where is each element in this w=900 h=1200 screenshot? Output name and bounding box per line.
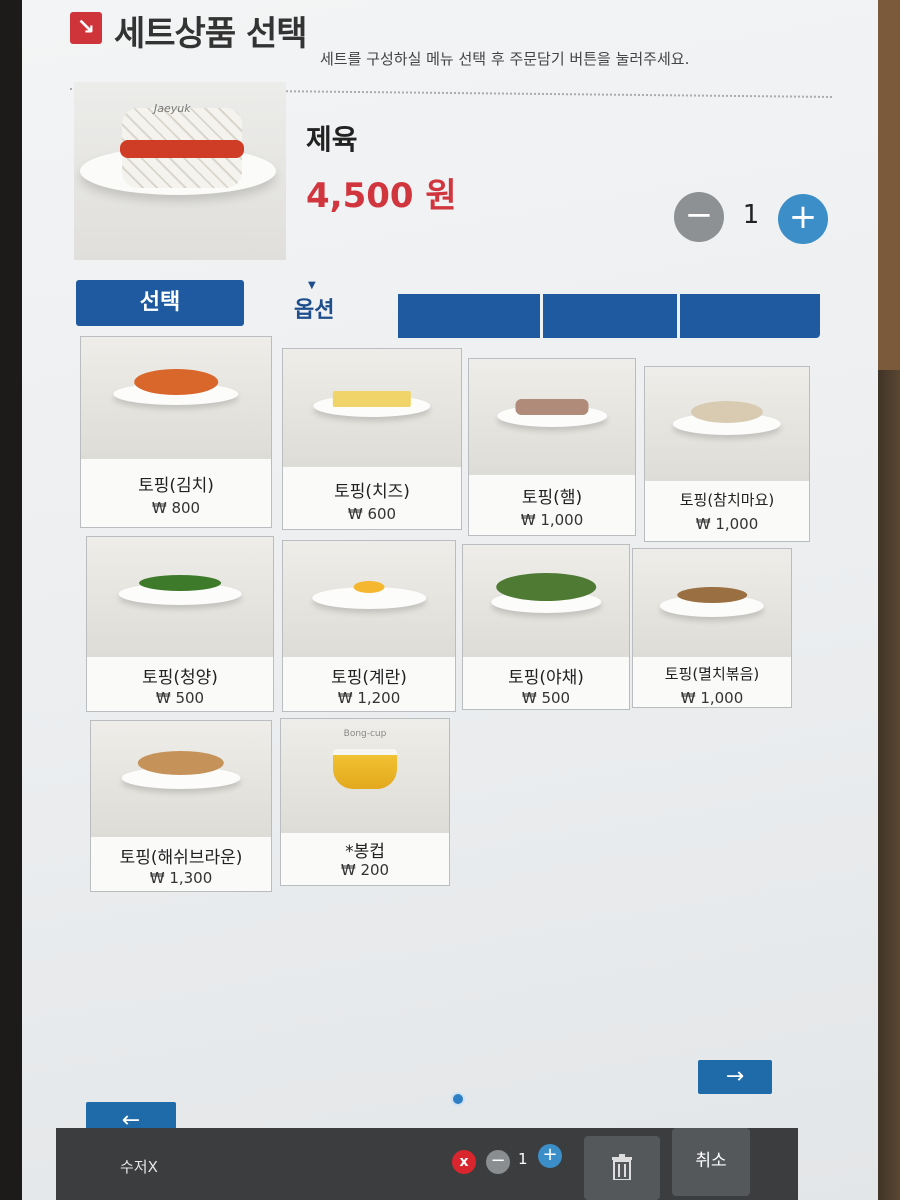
menu-item-price: ₩ 1,000	[695, 515, 759, 533]
page-title: 세트상품 선택	[114, 14, 308, 54]
triangle-down-icon: ▼	[308, 280, 316, 291]
cup-brand-label: Bong-cup	[343, 729, 387, 739]
page-subtitle: 세트를 구성하실 메뉴 선택 후 주문담기 버튼을 눌러주세요.	[320, 50, 690, 68]
food-kimchi	[134, 369, 218, 395]
menu-item-price: ₩ 1,300	[149, 869, 213, 887]
menu-item-name: 토핑(햄)	[521, 488, 583, 508]
product-price: 4,500 원	[306, 176, 457, 216]
order-plus-icon[interactable]: +	[538, 1144, 562, 1168]
menu-item-kimchi[interactable]: 토핑(김치) ₩ 800	[80, 336, 272, 528]
menu-item-price: ₩ 600	[347, 505, 397, 523]
order-minus-icon[interactable]: −	[486, 1150, 510, 1174]
minus-icon[interactable]: −	[674, 192, 724, 242]
cup-image	[333, 749, 397, 789]
kiosk-screen: ↘ 세트상품 선택 세트를 구성하실 메뉴 선택 후 주문담기 버튼을 눌러주세…	[22, 0, 878, 1200]
tab-option-label: 옵션	[294, 298, 335, 323]
menu-item-price: ₩ 1,200	[337, 689, 401, 707]
product-image: Jaeyuk	[74, 82, 286, 260]
menu-item-name: 토핑(참치마요)	[679, 491, 775, 509]
order-quantity: 1	[518, 1150, 528, 1168]
page-indicator-dot	[451, 1092, 465, 1106]
menu-item-name: 토핑(멸치볶음)	[664, 665, 760, 683]
menu-item-tuna-mayo[interactable]: 토핑(참치마요) ₩ 1,000	[644, 366, 810, 542]
menu-item-name: *봉컵	[345, 842, 385, 862]
order-bottom-bar: 수저X x − 1 + 취소	[56, 1128, 798, 1200]
menu-item-price: ₩ 800	[151, 499, 201, 517]
menu-item-hash-brown[interactable]: 토핑(해쉬브라운) ₩ 1,300	[90, 720, 272, 892]
menu-item-price: ₩ 500	[521, 689, 571, 707]
header-arrow-icon: ↘	[70, 12, 102, 44]
menu-item-name: 토핑(해쉬브라운)	[119, 848, 243, 868]
menu-item-name: 토핑(김치)	[138, 476, 214, 496]
next-page-button[interactable]: →	[698, 1060, 772, 1094]
quantity-value: 1	[742, 200, 760, 230]
order-item-name: 수저X	[120, 1158, 158, 1176]
arrow-right-icon: →	[725, 1064, 745, 1089]
tab-empty-1[interactable]	[398, 294, 540, 338]
menu-item-cheese[interactable]: 토핑(치즈) ₩ 600	[282, 348, 462, 530]
menu-item-egg[interactable]: 토핑(계란) ₩ 1,200	[282, 540, 456, 712]
menu-item-anchovy[interactable]: 토핑(멸치볶음) ₩ 1,000	[632, 548, 792, 708]
menu-item-name: 토핑(치즈)	[334, 482, 410, 502]
menu-item-bong-cup[interactable]: Bong-cup *봉컵 ₩ 200	[280, 718, 450, 886]
menu-item-price: ₩ 1,000	[680, 689, 744, 707]
trash-icon	[612, 1154, 632, 1180]
menu-item-cheongyang[interactable]: 토핑(청양) ₩ 500	[86, 536, 274, 712]
menu-item-price: ₩ 1,000	[520, 511, 584, 529]
cancel-button[interactable]: 취소	[672, 1128, 750, 1196]
quantity-stepper: − 1 +	[674, 190, 834, 246]
menu-item-price: ₩ 200	[340, 861, 390, 879]
tab-select[interactable]: 선택	[76, 280, 244, 326]
tab-empty-3[interactable]	[680, 294, 820, 338]
product-name: 제육	[306, 123, 358, 156]
menu-item-name: 토핑(청양)	[142, 668, 218, 688]
remove-item-icon[interactable]: x	[452, 1150, 476, 1174]
menu-item-name: 토핑(계란)	[331, 668, 407, 688]
product-image-label: Jaeyuk	[154, 102, 191, 115]
menu-item-price: ₩ 500	[155, 689, 205, 707]
menu-item-vegetable[interactable]: 토핑(야채) ₩ 500	[462, 544, 630, 710]
plus-icon[interactable]: +	[778, 194, 828, 244]
menu-item-ham[interactable]: 토핑(햄) ₩ 1,000	[468, 358, 636, 536]
trash-button[interactable]	[584, 1136, 660, 1200]
tab-option[interactable]: ▼ 옵션	[294, 280, 335, 324]
tab-empty-2[interactable]	[543, 294, 677, 338]
menu-item-name: 토핑(야채)	[508, 668, 584, 688]
